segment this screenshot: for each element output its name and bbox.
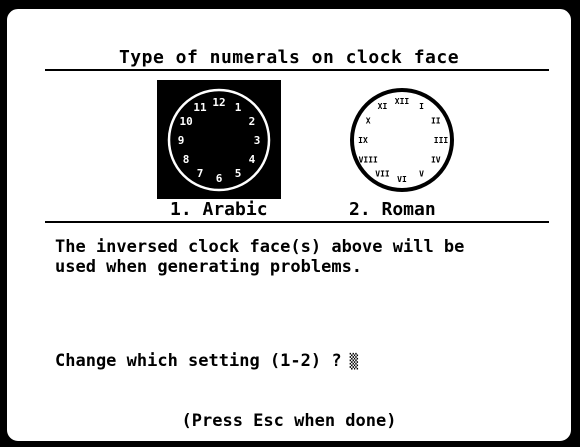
roman-numeral: II [431,116,441,125]
arabic-numeral: 2 [249,115,256,128]
arabic-numeral: 1 [235,101,242,114]
arabic-numeral: 4 [249,153,256,166]
middle-divider [45,221,549,223]
info-line-2: used when generating problems. [55,257,363,277]
roman-numeral: IX [358,136,368,145]
page-title: Type of numerals on clock face [118,47,460,68]
roman-numeral: XI [378,102,388,111]
roman-numeral: V [419,170,424,179]
monitor-screen: Type of numerals on clock face 12 1 2 3 4 5 6 7… [4,6,574,444]
setting-prompt[interactable]: Change which setting (1-2) ? ▒ [55,351,358,371]
roman-numeral: IV [431,155,441,164]
arabic-numeral: 12 [212,96,225,109]
option-roman[interactable]: 2. Roman [349,199,436,220]
arabic-numeral: 5 [235,167,242,180]
arabic-numeral: 8 [183,153,190,166]
roman-numeral: III [434,136,449,145]
arabic-numeral: 3 [254,134,261,147]
arabic-numeral: 7 [197,167,204,180]
arabic-numeral: 6 [216,172,223,185]
text-cursor[interactable]: ▒ [350,354,358,370]
roman-numeral: VII [375,170,390,179]
info-line-1: The inversed clock face(s) above will be [55,237,465,257]
arabic-numeral: 10 [179,115,192,128]
roman-numeral: VI [397,175,407,184]
arabic-clock-icon: 12 12 3 45678 9 1011 [167,88,271,192]
option-arabic[interactable]: 1. Arabic [170,199,268,220]
prompt-text: Change which setting (1-2) ? [55,351,342,371]
roman-numeral: X [366,116,371,125]
info-message: The inversed clock face(s) above will be… [55,237,464,277]
top-divider [45,69,549,71]
arabic-clock-face[interactable]: 12 1 2 3 4 5 6 7 8 9 10 11 [157,80,281,199]
roman-numeral: I [419,102,424,111]
roman-clock-face[interactable]: XII I II III IV V VI VII VIII IX X XI [340,80,464,199]
footer-hint: (Press Esc when done) [181,411,397,431]
roman-numeral: XII [395,97,410,106]
arabic-numeral: 11 [193,101,207,114]
arabic-numeral: 9 [178,134,185,147]
roman-numeral: VIII [359,155,378,164]
roman-clock-icon: XIIIIIIIIIVVVIVIIVIIIIXXXI [350,88,454,192]
